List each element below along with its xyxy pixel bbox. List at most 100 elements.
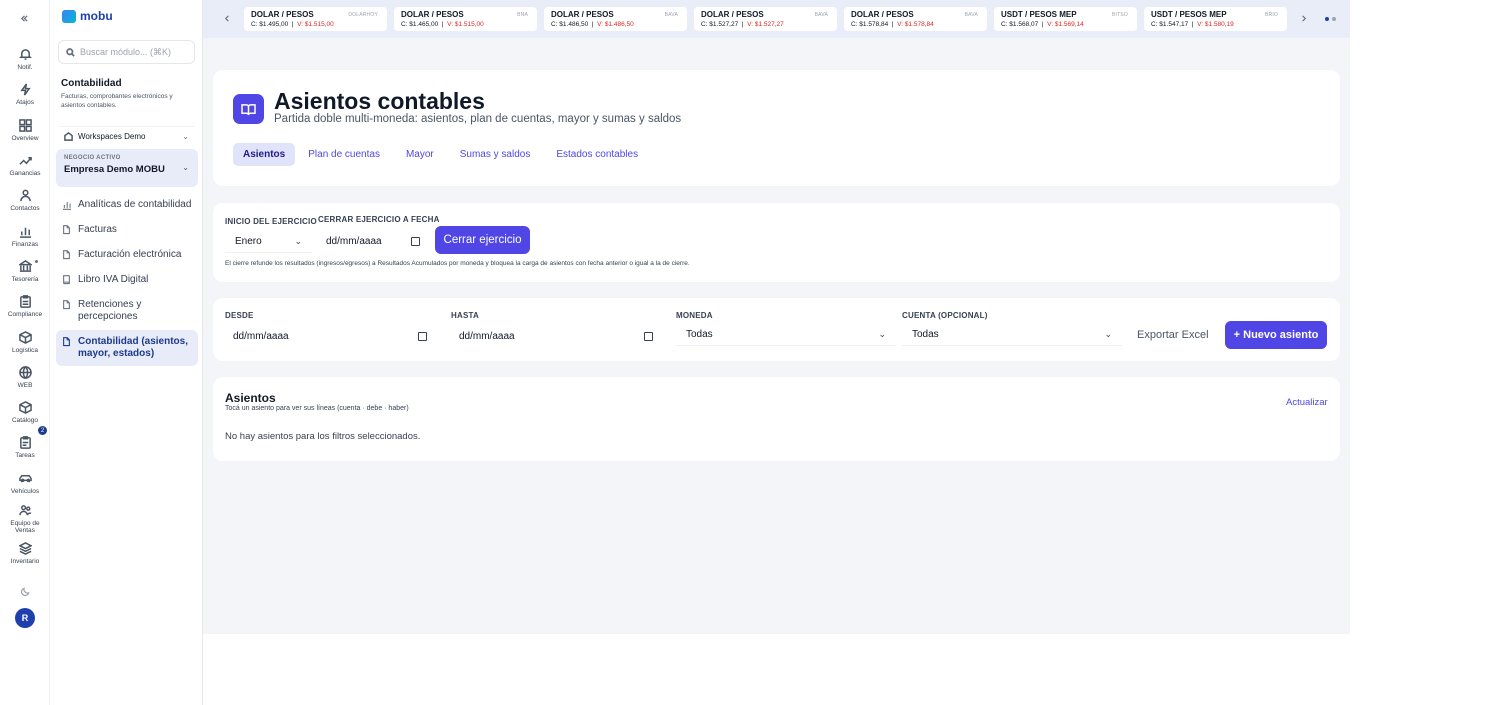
entries-title: Asientos (225, 391, 276, 405)
fiscal-start-select[interactable]: Enero ⌄ (225, 231, 312, 253)
desde-date-input[interactable]: dd/mm/aaaa (225, 325, 435, 347)
rail-item-compliance[interactable]: Compliance (0, 289, 50, 324)
rail-item-notif[interactable]: Notif. (0, 42, 50, 77)
ticker-pagination-dots[interactable] (1325, 17, 1336, 21)
section-title: Contabilidad (61, 78, 122, 89)
refresh-link[interactable]: Actualizar (1286, 397, 1328, 408)
tab-mayor[interactable]: Mayor (393, 143, 447, 166)
calendar-icon[interactable] (411, 236, 420, 246)
buy-rate: C: $1.547,17 (1151, 21, 1189, 28)
notification-dot (35, 259, 38, 263)
sidebar-item-contabilidad-asientos-mayor-estados[interactable]: Contabilidad (asientos, mayor, estados) (56, 330, 198, 366)
tab-plan-de-cuentas[interactable]: Plan de cuentas (295, 143, 393, 166)
rate-quote: C: $1.578,84 | V: $1.578,84 (851, 21, 934, 28)
rate-quote: C: $1.568,07 | V: $1.569,14 (1001, 21, 1084, 28)
app-logo[interactable]: mobu (62, 9, 113, 23)
rate-source: BAVA (814, 12, 828, 18)
sidebar-item-retenciones-y-percepciones[interactable]: Retenciones y percepciones (56, 293, 198, 329)
rate-card[interactable]: DOLAR / PESOS BNA C: $1.465,00 | V: $1.515… (394, 7, 537, 31)
rail-item-equipo-de-ventas[interactable]: Equipo de Ventas (0, 501, 50, 536)
buy-rate: C: $1.568,07 (1001, 21, 1039, 28)
sidebar-item-label: Libro IVA Digital (78, 274, 149, 285)
moneda-value: Todas (686, 329, 713, 340)
user-avatar-button[interactable]: R (15, 608, 35, 628)
sidebar-item-facturas[interactable]: Facturas (56, 218, 198, 242)
ticker-next-button[interactable] (1296, 11, 1310, 25)
rail-item-atajos[interactable]: Atajos (0, 77, 50, 112)
rail-item-label: Contactos (10, 205, 40, 213)
sidebar-item-label: Contabilidad (asientos, mayor, estados) (78, 336, 189, 359)
moneda-select[interactable]: Todas ⌄ (676, 324, 896, 346)
module-sidebar: mobu Buscar módulo... (⌘K) Contabilidad … (50, 0, 203, 705)
rail-item-finanzas[interactable]: Finanzas (0, 218, 50, 253)
rail-item-label: Inventario (10, 558, 40, 566)
sidebar-item-label: Analíticas de contabilidad (78, 199, 192, 210)
rail-item-tareas[interactable]: Tareas 2 (0, 426, 50, 465)
rail-item-logistica[interactable]: Logística (0, 324, 50, 359)
sidebar-item-label: Facturas (78, 224, 117, 235)
cube-icon (18, 401, 32, 415)
rail-item-tesoreria[interactable]: Tesorería (0, 254, 50, 289)
active-business-selector[interactable]: NEGOCIO ACTIVO Empresa Demo MOBU ⌄ (56, 149, 198, 187)
rate-quote: C: $1.547,17 | V: $1.580,19 (1151, 21, 1234, 28)
page-header-card: Asientos contables Partida doble multi-m… (213, 70, 1340, 186)
business-name: Empresa Demo MOBU (64, 164, 165, 175)
close-fiscal-year-button[interactable]: Cerrar ejercicio (435, 226, 530, 254)
tab-bar: Asientos Plan de cuentas Mayor Sumas y s… (233, 143, 651, 166)
bell-icon (18, 49, 32, 61)
pagination-dot-active[interactable] (1325, 17, 1329, 21)
users-icon (19, 189, 31, 202)
rate-card[interactable]: USDT / PESOS MEP BRIO C: $1.547,17 | V: $1… (1144, 7, 1287, 31)
doc-icon (63, 225, 70, 235)
sell-rate: V: $1.578,84 (897, 21, 934, 28)
sidebar-item-facturacion-electronica[interactable]: Facturación electrónica (56, 243, 198, 267)
hasta-date-input[interactable]: dd/mm/aaaa (451, 325, 661, 347)
book-icon (233, 94, 264, 124)
module-search-input[interactable]: Buscar módulo... (⌘K) (58, 40, 195, 64)
theme-toggle-button[interactable] (18, 586, 32, 600)
pagination-dot[interactable] (1332, 17, 1336, 21)
moneda-label: MONEDA (676, 311, 713, 320)
team-icon (18, 504, 31, 515)
rail-item-contactos[interactable]: Contactos (0, 183, 50, 218)
bar-chart-icon (19, 227, 31, 238)
rail-item-label: Tareas (15, 452, 35, 460)
rate-card[interactable]: USDT / PESOS MEP BITSO C: $1.568,07 | V: $… (994, 7, 1137, 31)
box-icon (18, 330, 32, 344)
buy-rate: C: $1.527,27 (701, 21, 739, 28)
doc-icon (63, 300, 70, 310)
export-excel-button[interactable]: Exportar Excel (1137, 329, 1209, 341)
bolt-icon (19, 83, 31, 96)
sidebar-item-libro-iva-digital[interactable]: Libro IVA Digital (56, 268, 198, 292)
rate-card[interactable]: DOLAR / PESOS BAVA C: $1.527,27 | V: $1.52… (694, 7, 837, 31)
rail-item-web[interactable]: WEB (0, 360, 50, 395)
workspace-selector[interactable]: Workspaces Demo ⌄ (58, 126, 195, 146)
doc-icon (63, 250, 70, 260)
new-entry-button[interactable]: + Nuevo asiento (1225, 321, 1327, 349)
close-date-input[interactable]: dd/mm/aaaa (318, 230, 428, 252)
collapse-sidebar-button[interactable] (0, 0, 49, 36)
chevron-right-icon (1301, 14, 1306, 22)
calendar-icon[interactable] (418, 331, 427, 341)
rate-card[interactable]: DOLAR / PESOS DOLARHOY C: $1.495,00 | V: $… (244, 7, 387, 31)
rail-item-overview[interactable]: Overview (0, 113, 50, 148)
tab-sumas-y-saldos[interactable]: Sumas y saldos (447, 143, 544, 166)
cuenta-select[interactable]: Todas ⌄ (902, 324, 1122, 346)
rate-card[interactable]: DOLAR / PESOS BAVA C: $1.486,50 | V: $1.48… (544, 7, 687, 31)
rail-item-ganancias[interactable]: Ganancias (0, 148, 50, 183)
close-fiscal-year-card: INICIO DEL EJERCICIO Enero ⌄ CERRAR EJER… (213, 203, 1340, 282)
tab-asientos[interactable]: Asientos (233, 143, 296, 166)
bank-icon (18, 259, 32, 272)
rail-item-catalogo[interactable]: Catálogo (0, 395, 50, 430)
rate-pair: DOLAR / PESOS (551, 10, 614, 19)
ticker-prev-button[interactable] (220, 11, 234, 25)
clipboard-list-icon (19, 436, 31, 450)
tab-estados-contables[interactable]: Estados contables (543, 143, 651, 166)
sidebar-item-analiticas-de-contabilidad[interactable]: Analíticas de contabilidad (56, 193, 198, 217)
rail-item-vehiculos[interactable]: Vehículos (0, 466, 50, 501)
main-content: DOLAR / PESOS DOLARHOY C: $1.495,00 | V: $… (203, 0, 1350, 634)
calendar-icon[interactable] (644, 331, 653, 341)
rate-card[interactable]: DOLAR / PESOS BAVA C: $1.578,84 | V: $1.57… (844, 7, 987, 31)
rail-item-inventario[interactable]: Inventario (0, 536, 50, 571)
buy-rate: C: $1.578,84 (851, 21, 889, 28)
